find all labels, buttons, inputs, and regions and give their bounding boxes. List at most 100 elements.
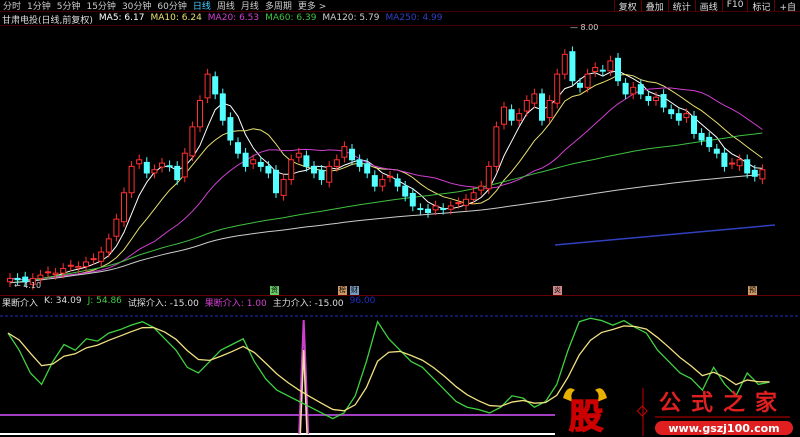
candle bbox=[349, 148, 355, 161]
candle bbox=[501, 106, 507, 125]
candle bbox=[592, 67, 599, 72]
candle bbox=[729, 162, 735, 165]
candle bbox=[242, 152, 249, 167]
candle bbox=[227, 117, 234, 141]
candle bbox=[303, 155, 310, 167]
indicator-value: 果断介入 bbox=[2, 299, 39, 309]
candle bbox=[744, 159, 751, 174]
candle bbox=[364, 163, 371, 174]
candle bbox=[470, 192, 477, 200]
candle bbox=[394, 178, 401, 187]
candle bbox=[675, 113, 682, 121]
candle bbox=[90, 258, 97, 261]
ma5-line bbox=[9, 70, 763, 281]
event-marker[interactable]: 榜 bbox=[338, 286, 347, 295]
candle bbox=[7, 277, 13, 283]
candle bbox=[83, 261, 89, 268]
logo-url: www.gszj100.com bbox=[668, 422, 779, 435]
candle bbox=[637, 84, 644, 95]
low-label: ← 4.10 bbox=[14, 281, 41, 290]
candle bbox=[105, 238, 112, 253]
ma10-line bbox=[9, 73, 763, 281]
candle bbox=[736, 159, 743, 167]
candle bbox=[128, 165, 135, 194]
ma250-line bbox=[554, 224, 776, 246]
candle bbox=[622, 82, 629, 95]
candle bbox=[387, 175, 393, 178]
indicator-value: 果断介入: 1.00 bbox=[204, 299, 267, 309]
candle bbox=[379, 179, 386, 187]
candle bbox=[508, 109, 515, 121]
event-marker[interactable]: 炎 bbox=[553, 286, 562, 295]
candle bbox=[493, 126, 500, 167]
candle bbox=[751, 169, 758, 177]
candle bbox=[212, 76, 219, 95]
candle bbox=[425, 208, 431, 214]
candle bbox=[14, 277, 21, 281]
indicator-legend: 果断介入 K: 34.09 J: 54.86 试探介入: -15.00 果断介入: 1.… bbox=[2, 296, 375, 309]
candle bbox=[569, 51, 576, 82]
candle bbox=[257, 161, 264, 167]
candle bbox=[295, 152, 302, 158]
indicator-value: 试探介入: -15.00 bbox=[127, 299, 199, 309]
candle bbox=[341, 146, 348, 158]
candle bbox=[721, 152, 728, 167]
candle bbox=[75, 266, 82, 269]
ma120-line bbox=[9, 174, 763, 284]
candle bbox=[516, 113, 523, 121]
candle bbox=[371, 175, 378, 187]
candle bbox=[698, 132, 705, 141]
candle bbox=[607, 60, 614, 72]
candle bbox=[113, 218, 120, 237]
candle bbox=[143, 161, 150, 174]
candle bbox=[250, 159, 257, 165]
candle bbox=[478, 185, 485, 191]
gszj-logo: 股 公式之家 www.gszj100.com bbox=[555, 380, 800, 437]
event-marker[interactable]: 预 bbox=[748, 286, 757, 295]
candle bbox=[402, 185, 409, 197]
candle bbox=[67, 264, 74, 267]
event-marker[interactable]: 资 bbox=[270, 286, 279, 295]
candle bbox=[668, 109, 675, 115]
candle bbox=[531, 93, 538, 104]
candle bbox=[189, 126, 196, 157]
candle bbox=[409, 192, 416, 207]
candle bbox=[280, 179, 287, 196]
candle bbox=[561, 53, 568, 75]
candle bbox=[219, 93, 226, 121]
candle bbox=[645, 96, 652, 101]
candle bbox=[577, 82, 583, 88]
candle bbox=[356, 159, 363, 167]
candle bbox=[554, 73, 561, 104]
candle bbox=[181, 152, 188, 178]
event-marker[interactable]: 财 bbox=[350, 286, 359, 295]
candle bbox=[523, 99, 530, 112]
candle bbox=[691, 115, 697, 134]
candle bbox=[539, 93, 545, 121]
candle bbox=[288, 159, 295, 181]
candle bbox=[713, 148, 720, 154]
candle bbox=[174, 165, 181, 181]
logo-char: 股 bbox=[569, 397, 603, 437]
indicator-value: K: 34.09 bbox=[44, 296, 82, 306]
candle bbox=[463, 198, 469, 206]
candle bbox=[432, 205, 439, 211]
candle bbox=[37, 274, 44, 279]
indicator-value: J: 54.86 bbox=[87, 296, 122, 306]
candle bbox=[333, 159, 340, 167]
candle bbox=[98, 251, 105, 262]
candle bbox=[159, 162, 165, 168]
candle bbox=[311, 165, 317, 174]
candle bbox=[615, 57, 621, 82]
candle bbox=[660, 94, 667, 108]
candle bbox=[235, 142, 241, 154]
indicator-value: 96.00 bbox=[349, 296, 376, 306]
candle bbox=[45, 271, 51, 274]
candle bbox=[197, 99, 203, 128]
high-label: — 8.00 bbox=[570, 23, 598, 32]
candle bbox=[485, 165, 492, 190]
candle bbox=[584, 73, 591, 88]
kline-chart[interactable]: — 8.00 ← 4.10 bbox=[0, 0, 800, 437]
candle bbox=[759, 169, 766, 180]
candle bbox=[440, 208, 447, 211]
